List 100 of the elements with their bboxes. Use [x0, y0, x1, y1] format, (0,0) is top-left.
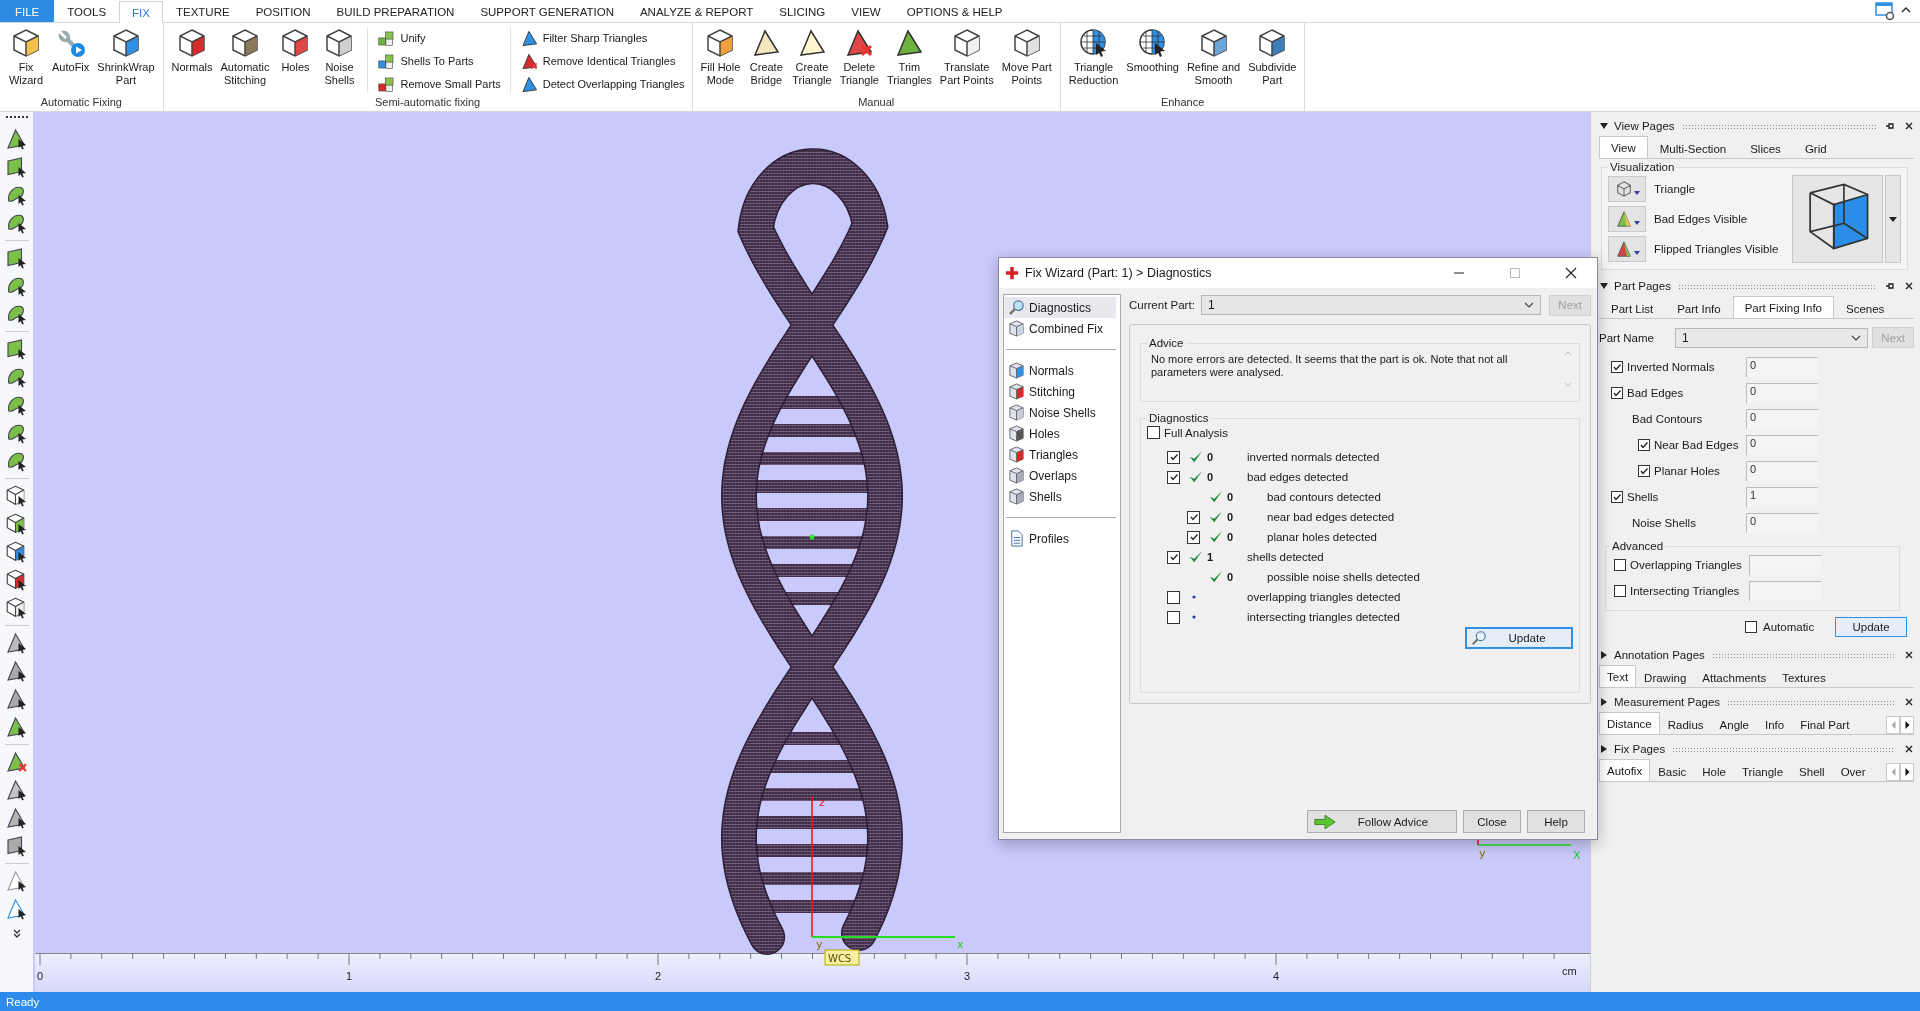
panel-tab[interactable]: Distance: [1599, 712, 1660, 734]
panel-tab[interactable]: Over: [1832, 761, 1874, 781]
dialog-button[interactable]: Close: [1463, 810, 1521, 833]
ribbon-button[interactable]: ShrinkWrap Part: [93, 25, 159, 89]
close-icon[interactable]: [1565, 267, 1577, 279]
scrollbar[interactable]: [1563, 349, 1573, 389]
checkbox[interactable]: [1611, 361, 1623, 373]
close-icon[interactable]: [1904, 281, 1914, 291]
window-settings-icon[interactable]: [1874, 1, 1896, 21]
menu-tab[interactable]: TEXTURE: [162, 0, 243, 22]
ribbon-button[interactable]: Refine and Smooth: [1182, 25, 1245, 89]
menu-tab[interactable]: BUILD PREPARATION: [323, 0, 468, 22]
scroll-right-button[interactable]: [1900, 763, 1914, 781]
nav-item[interactable]: Stitching: [1004, 381, 1116, 402]
expand-toggle-icon[interactable]: [1599, 121, 1609, 131]
checkbox[interactable]: [1611, 491, 1623, 503]
panel-tab[interactable]: Autofix: [1599, 759, 1651, 781]
value-field[interactable]: 1: [1746, 487, 1818, 507]
value-field[interactable]: 0: [1746, 383, 1818, 403]
panel-tab[interactable]: Basic: [1650, 761, 1695, 781]
panel-tab[interactable]: Triangle: [1733, 761, 1792, 781]
ribbon-button[interactable]: AutoFix: [48, 25, 94, 89]
ribbon-button[interactable]: Remove Small Parts: [374, 73, 504, 95]
ribbon-button[interactable]: Filter Sharp Triangles: [516, 27, 688, 49]
toolbar-grip[interactable]: [5, 116, 28, 121]
display-mode-dropdown[interactable]: [1608, 206, 1646, 232]
nav-item[interactable]: Overlaps: [1004, 465, 1116, 486]
display-mode-dropdown[interactable]: [1608, 236, 1646, 262]
view-cube-button[interactable]: [1792, 175, 1883, 263]
checkbox[interactable]: [1745, 621, 1757, 633]
panel-tab[interactable]: Scenes: [1834, 298, 1897, 318]
panel-tab[interactable]: Radius: [1659, 714, 1712, 734]
current-part-dropdown[interactable]: 1: [1201, 295, 1542, 315]
nav-item[interactable]: Noise Shells: [1004, 402, 1116, 423]
ribbon-button[interactable]: Automatic Stitching: [216, 25, 274, 89]
panel-tab[interactable]: Part Info: [1665, 298, 1733, 318]
checkbox[interactable]: [1638, 439, 1650, 451]
menu-tab[interactable]: SUPPORT GENERATION: [467, 0, 627, 22]
ribbon-button[interactable]: Holes: [273, 25, 318, 89]
ribbon-button[interactable]: Trim Triangles: [883, 25, 936, 89]
panel-tab[interactable]: View: [1599, 136, 1648, 158]
panel-tab[interactable]: Part Fixing Info: [1732, 296, 1834, 318]
expand-toggle-icon[interactable]: [1599, 281, 1609, 291]
display-mode-dropdown[interactable]: [1608, 176, 1646, 202]
ribbon-button[interactable]: Unify: [374, 27, 504, 49]
menu-tab[interactable]: OPTIONS & HELP: [893, 0, 1016, 22]
nav-item[interactable]: Diagnostics: [1004, 297, 1116, 318]
value-field[interactable]: 0: [1746, 409, 1818, 429]
checkbox[interactable]: [1187, 510, 1200, 524]
checkbox[interactable]: [1167, 450, 1180, 464]
menu-tab[interactable]: FILE: [0, 0, 55, 22]
update-button[interactable]: Update: [1465, 627, 1573, 649]
triangle-delete-icon[interactable]: [4, 750, 29, 774]
expand-toggle-icon[interactable]: [1599, 744, 1609, 754]
ribbon-button[interactable]: Delete Triangle: [835, 25, 883, 89]
menu-tab[interactable]: FIX: [119, 1, 163, 23]
checkbox[interactable]: [1167, 590, 1180, 604]
checkbox[interactable]: [1638, 465, 1650, 477]
panel-tab[interactable]: Drawing: [1636, 667, 1695, 687]
value-field[interactable]: 0: [1746, 513, 1818, 533]
ribbon-button[interactable]: Triangle Reduction: [1064, 25, 1123, 89]
panel-tab[interactable]: Grid: [1792, 138, 1839, 158]
nav-item[interactable]: Holes: [1004, 423, 1116, 444]
checkbox[interactable]: [1614, 585, 1626, 597]
pin-icon[interactable]: [1885, 281, 1895, 291]
close-icon[interactable]: [1904, 121, 1914, 131]
menu-tab[interactable]: VIEW: [838, 0, 894, 22]
menu-tab[interactable]: ANALYZE & REPORT: [626, 0, 767, 22]
checkbox[interactable]: [1611, 387, 1623, 399]
ribbon-button[interactable]: Create Triangle: [788, 25, 836, 89]
close-icon[interactable]: [1904, 744, 1914, 754]
ribbon-button[interactable]: Smoothing: [1122, 25, 1183, 89]
panel-tab[interactable]: Final Part: [1792, 714, 1858, 734]
ribbon-button[interactable]: Translate Part Points: [935, 25, 998, 89]
panel-tab[interactable]: Info: [1757, 714, 1793, 734]
nav-item[interactable]: Combined Fix: [1004, 318, 1116, 339]
value-field[interactable]: 0: [1746, 435, 1818, 455]
ribbon-button[interactable]: Fix Wizard: [4, 25, 48, 89]
dialog-button[interactable]: Help: [1527, 810, 1585, 833]
nav-item[interactable]: Normals: [1004, 360, 1116, 381]
ribbon-button[interactable]: Remove Identical Triangles: [516, 50, 688, 72]
panel-tab[interactable]: Angle: [1711, 714, 1757, 734]
expand-toggle-icon[interactable]: [1599, 697, 1609, 707]
ribbon-button[interactable]: Shells To Parts: [374, 50, 504, 72]
nav-item[interactable]: Triangles: [1004, 444, 1116, 465]
value-field[interactable]: [1749, 581, 1821, 601]
checkbox[interactable]: [1167, 610, 1180, 624]
menu-tab[interactable]: POSITION: [242, 0, 324, 22]
ribbon-button[interactable]: Subdivide Part: [1244, 25, 1301, 89]
nav-item[interactable]: Profiles: [1004, 528, 1116, 549]
panel-tab[interactable]: Slices: [1738, 138, 1793, 158]
ribbon-button[interactable]: Normals: [167, 25, 217, 89]
checkbox[interactable]: [1614, 559, 1626, 571]
close-icon[interactable]: [1904, 650, 1914, 660]
pin-icon[interactable]: [1885, 121, 1895, 131]
checkbox[interactable]: [1167, 550, 1180, 564]
panel-tab[interactable]: Multi-Section: [1647, 138, 1739, 158]
ribbon-button[interactable]: Detect Overlapping Triangles: [516, 73, 688, 95]
ribbon-button[interactable]: Move Part Points: [997, 25, 1056, 89]
value-field[interactable]: 0: [1746, 357, 1818, 377]
